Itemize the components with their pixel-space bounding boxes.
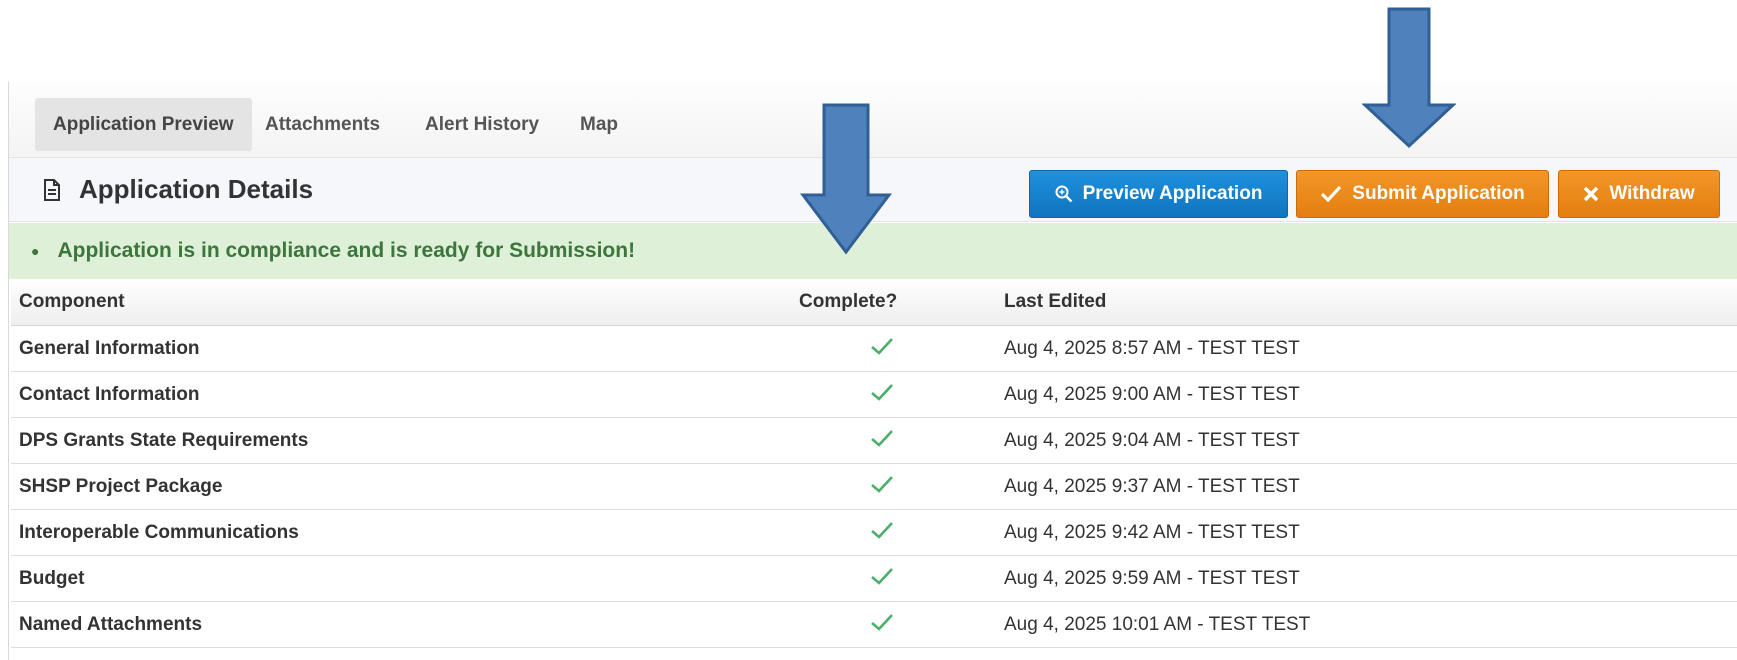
checkmark-icon <box>870 613 893 631</box>
complete-cell <box>799 325 964 372</box>
complete-cell <box>799 463 964 510</box>
tab-application-preview[interactable]: Application Preview <box>35 98 252 151</box>
last-edited: Aug 4, 2025 9:04 AM - TEST TEST <box>964 417 1737 464</box>
preview-application-button[interactable]: Preview Application <box>1029 170 1288 218</box>
column-header-last-edited: Last Edited <box>964 279 1737 326</box>
table-row[interactable]: Budget Aug 4, 2025 9:59 AM - TEST TEST <box>11 555 1737 602</box>
checkmark-icon <box>870 567 893 585</box>
complete-cell <box>799 555 964 602</box>
component-name[interactable]: Budget <box>11 555 799 602</box>
table-header-row: Component Complete? Last Edited <box>11 279 1737 326</box>
complete-cell <box>799 509 964 556</box>
checkmark-icon <box>870 383 893 401</box>
withdraw-button[interactable]: Withdraw <box>1558 170 1720 218</box>
complete-cell <box>799 601 964 648</box>
document-icon <box>44 178 60 201</box>
title-group: Application Details <box>43 158 313 221</box>
tab-alert-history[interactable]: Alert History <box>407 98 557 151</box>
table-row[interactable]: SHSP Project Package Aug 4, 2025 9:37 AM… <box>11 463 1737 510</box>
last-edited: Aug 4, 2025 9:37 AM - TEST TEST <box>964 463 1737 510</box>
components-table: Component Complete? Last Edited General … <box>11 279 1737 648</box>
submit-application-button[interactable]: Submit Application <box>1296 170 1549 218</box>
component-name[interactable]: Named Attachments <box>11 601 799 648</box>
checkmark-icon <box>1321 185 1342 203</box>
zoom-icon <box>1055 185 1072 203</box>
tab-attachments[interactable]: Attachments <box>247 98 398 151</box>
last-edited: Aug 4, 2025 9:42 AM - TEST TEST <box>964 509 1737 556</box>
table-row[interactable]: Interoperable Communications Aug 4, 2025… <box>11 509 1737 556</box>
checkmark-icon <box>870 337 893 355</box>
component-name[interactable]: DPS Grants State Requirements <box>11 417 799 464</box>
submit-application-label: Submit Application <box>1352 183 1525 204</box>
complete-cell <box>799 371 964 418</box>
component-name[interactable]: General Information <box>11 325 799 372</box>
column-header-component: Component <box>11 279 799 326</box>
complete-cell <box>799 417 964 464</box>
component-name[interactable]: Contact Information <box>11 371 799 418</box>
alert-message: Application is in compliance and is read… <box>57 239 636 262</box>
last-edited: Aug 4, 2025 9:00 AM - TEST TEST <box>964 371 1737 418</box>
checkmark-icon <box>870 429 893 447</box>
last-edited: Aug 4, 2025 10:01 AM - TEST TEST <box>964 601 1737 648</box>
checkmark-icon <box>870 475 893 493</box>
component-name[interactable]: SHSP Project Package <box>11 463 799 510</box>
preview-application-label: Preview Application <box>1082 183 1263 204</box>
page-title: Application Details <box>79 174 314 204</box>
down-arrow-icon <box>800 103 892 255</box>
table-row[interactable]: Named Attachments Aug 4, 2025 10:01 AM -… <box>11 601 1737 648</box>
table-row[interactable]: Contact Information Aug 4, 2025 9:00 AM … <box>11 371 1737 418</box>
tab-map[interactable]: Map <box>562 98 636 151</box>
last-edited: Aug 4, 2025 8:57 AM - TEST TEST <box>964 325 1737 372</box>
x-icon <box>1584 186 1599 202</box>
bullet-icon: ● <box>31 243 40 259</box>
down-arrow-icon <box>1362 7 1456 149</box>
column-header-complete: Complete? <box>799 279 964 326</box>
table-row[interactable]: General Information Aug 4, 2025 8:57 AM … <box>11 325 1737 372</box>
checkmark-icon <box>870 521 893 539</box>
withdraw-label: Withdraw <box>1609 183 1695 204</box>
last-edited: Aug 4, 2025 9:59 AM - TEST TEST <box>964 555 1737 602</box>
component-name[interactable]: Interoperable Communications <box>11 509 799 556</box>
table-row[interactable]: DPS Grants State Requirements Aug 4, 202… <box>11 417 1737 464</box>
